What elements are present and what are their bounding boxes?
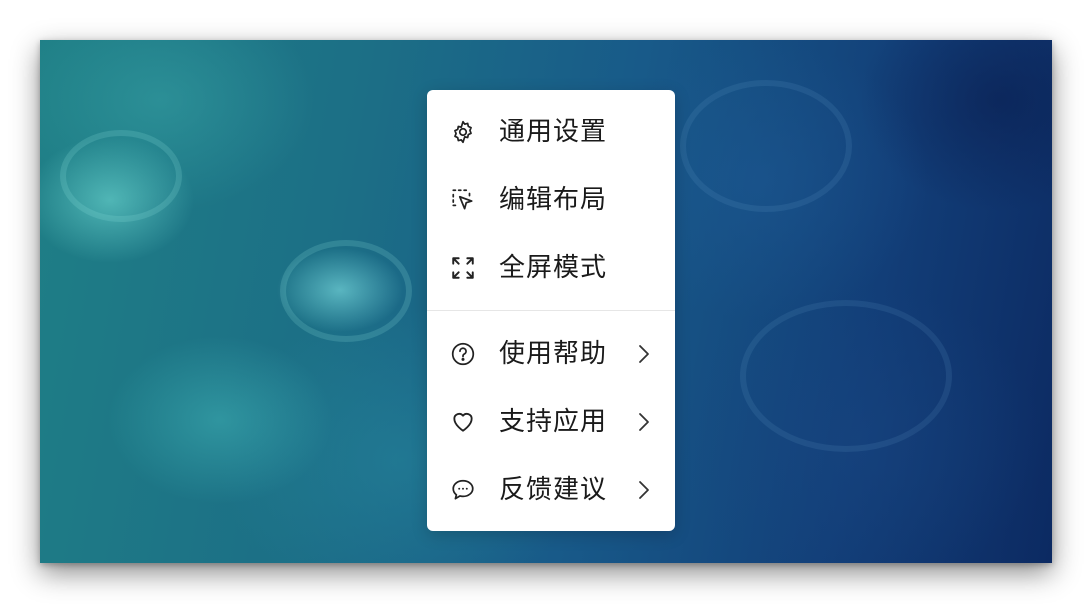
menu-item-feedback[interactable]: 反馈建议 — [427, 462, 675, 518]
menu-item-fullscreen[interactable]: 全屏模式 — [427, 240, 675, 296]
edit-layout-icon — [449, 186, 477, 214]
menu-item-label: 反馈建议 — [499, 475, 608, 505]
chevron-right-icon — [635, 340, 653, 368]
fullscreen-icon — [449, 254, 477, 282]
menu-item-label: 使用帮助 — [499, 339, 608, 369]
context-menu: 通用设置 编辑布局 全屏模式 使用帮助 支持应用 反馈建议 — [427, 90, 675, 531]
heart-icon — [449, 408, 477, 436]
help-circle-icon — [449, 340, 477, 368]
wallpaper-swirl — [60, 130, 182, 222]
menu-item-general-settings[interactable]: 通用设置 — [427, 104, 675, 160]
wallpaper-swirl — [280, 240, 412, 342]
chevron-right-icon — [635, 476, 653, 504]
wallpaper-swirl — [740, 300, 952, 452]
menu-item-edit-layout[interactable]: 编辑布局 — [427, 172, 675, 228]
menu-item-support-app[interactable]: 支持应用 — [427, 394, 675, 450]
gear-icon — [449, 118, 477, 146]
menu-divider — [427, 310, 675, 311]
menu-item-help[interactable]: 使用帮助 — [427, 326, 675, 382]
menu-item-label: 编辑布局 — [499, 185, 608, 215]
wallpaper-background: 通用设置 编辑布局 全屏模式 使用帮助 支持应用 反馈建议 — [40, 40, 1052, 563]
chat-bubble-icon — [449, 476, 477, 504]
wallpaper-swirl — [680, 80, 852, 212]
menu-item-label: 通用设置 — [499, 117, 608, 147]
chevron-right-icon — [635, 408, 653, 436]
menu-item-label: 支持应用 — [499, 407, 608, 437]
menu-item-label: 全屏模式 — [499, 253, 608, 283]
